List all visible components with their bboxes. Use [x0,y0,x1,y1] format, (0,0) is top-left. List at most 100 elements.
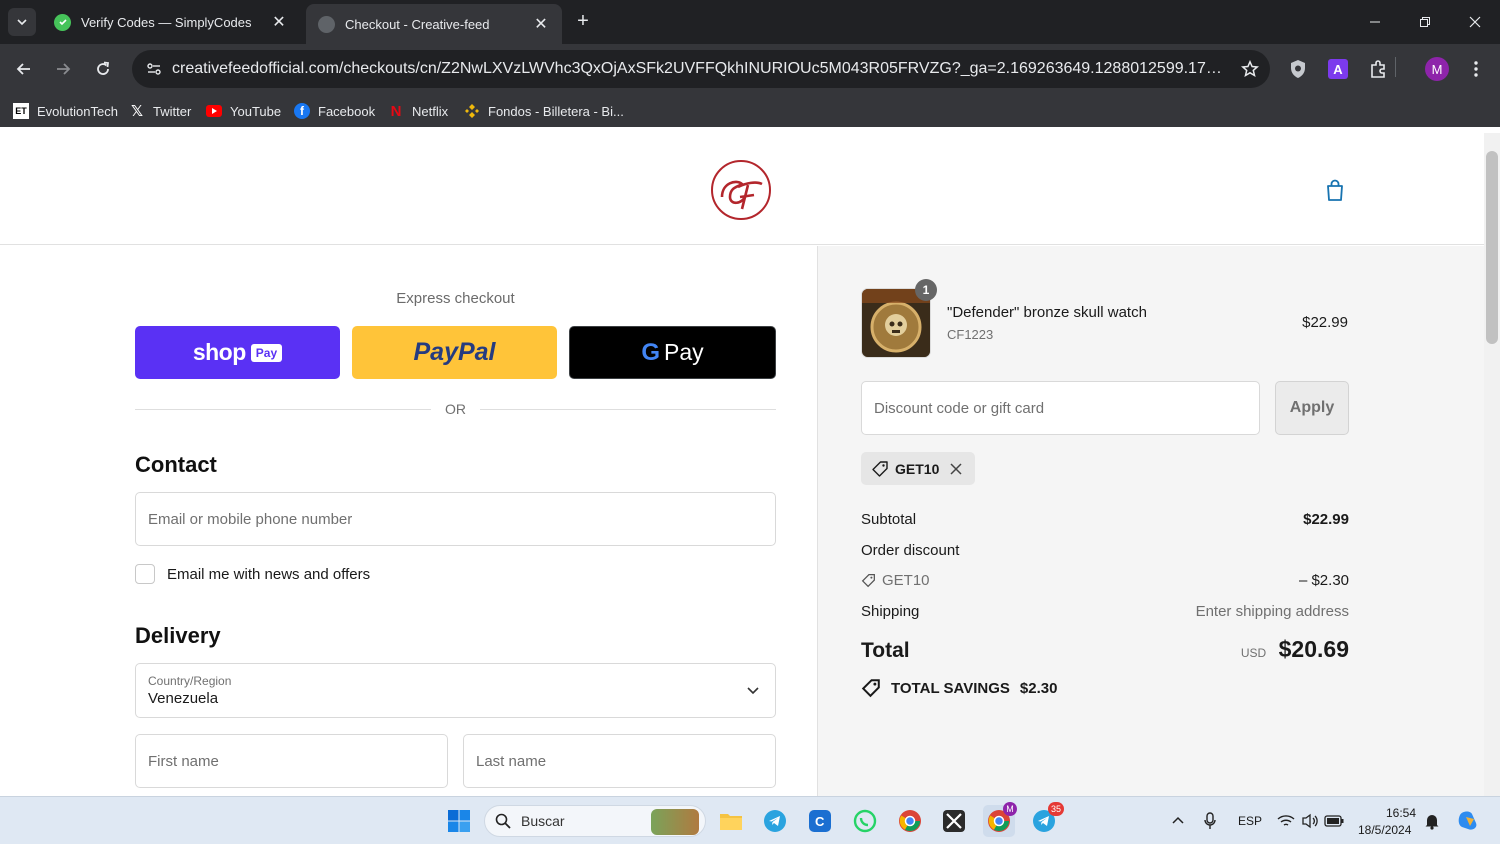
restore-button[interactable] [1400,0,1450,44]
bookmark-label: Netflix [412,103,449,119]
country-value: Venezuela [148,690,219,707]
tab-verify-codes[interactable]: Verify Codes — SimplyCodes ✕ [42,4,300,40]
copilot-icon[interactable] [1452,805,1484,837]
google-g-icon: G [641,338,661,366]
browser-tab-bar: Verify Codes — SimplyCodes ✕ Checkout - … [0,0,1500,44]
or-divider: OR [135,399,776,419]
newsletter-checkbox-row[interactable]: Email me with news and offers [135,564,370,584]
forward-button[interactable] [49,55,77,83]
windows-start-icon[interactable] [443,805,475,837]
first-name-placeholder: First name [148,752,219,770]
scrollbar-thumb[interactable] [1486,151,1498,344]
file-explorer-icon[interactable] [715,805,747,837]
address-bar[interactable]: creativefeedofficial.com/checkouts/cn/Z2… [132,50,1270,88]
last-name-placeholder: Last name [476,752,547,770]
tab-title: Verify Codes — SimplyCodes [81,14,252,30]
tab-checkout[interactable]: Checkout - Creative-feed ✕ [306,4,562,44]
paypal-button[interactable]: PayPal [352,326,557,379]
profile-avatar[interactable]: M [1425,57,1449,81]
or-text: OR [445,401,466,417]
taskbar-search[interactable]: Buscar [484,805,706,837]
tray-chevron-up-icon[interactable] [1162,805,1194,837]
apply-button[interactable]: Apply [1275,381,1349,435]
quantity-badge: 1 [915,279,937,301]
extensions-puzzle-icon[interactable] [1366,57,1390,81]
bookmark-netflix[interactable]: N Netflix [388,100,449,122]
shipping-row: Shipping Enter shipping address [861,603,1349,620]
bookmark-binance[interactable]: Fondos - Billetera - Bi... [464,100,624,122]
chrome-profile-icon[interactable] [894,805,926,837]
google-pay-button[interactable]: G Pay [569,326,776,379]
page-scrollbar[interactable] [1484,133,1500,796]
battery-icon[interactable] [1318,805,1350,837]
minimize-button[interactable] [1350,0,1400,44]
bookmark-facebook[interactable]: f Facebook [294,100,375,122]
telegram-pinned-icon[interactable]: 35 [1028,802,1064,837]
search-highlight-icon [651,809,699,835]
translator-extension-icon[interactable]: A [1326,57,1350,81]
browser-menu-icon[interactable] [1464,57,1488,81]
email-field[interactable]: Email or mobile phone number [135,492,776,546]
arrow-left-icon [16,63,30,75]
bookmark-label: YouTube [230,103,282,119]
x-icon: 𝕏 [130,103,144,120]
savings-label: TOTAL SAVINGS [891,679,1010,697]
discount-placeholder: Discount code or gift card [874,399,1045,417]
discount-value: – $2.30 [1298,572,1349,589]
site-info-icon[interactable] [136,51,172,87]
tab-title: Checkout - Creative-feed [345,16,490,32]
bookmark-label: Facebook [318,103,376,119]
canva-app-icon[interactable]: C [804,805,836,837]
back-button[interactable] [10,55,38,83]
capcut-icon[interactable] [938,805,970,837]
microphone-icon[interactable] [1194,805,1226,837]
product-name: "Defender" bronze skull watch [947,304,1147,321]
clock-date[interactable]: 18/5/2024 [1358,823,1411,837]
arrow-right-icon [57,63,71,75]
express-checkout-title: Express checkout [396,290,515,307]
new-tab-button[interactable]: + [572,10,594,32]
total-row: Total USD $20.69 [861,636,1349,663]
close-icon[interactable]: ✕ [270,13,288,31]
telegram-icon[interactable] [759,805,791,837]
shield-extension-icon[interactable] [1286,57,1310,81]
whatsapp-icon[interactable] [849,805,881,837]
reload-icon [97,61,110,75]
discount-code-input[interactable]: Discount code or gift card [861,381,1260,435]
shopping-bag-icon[interactable] [1322,177,1348,203]
last-name-field[interactable]: Last name [463,734,776,788]
windows-taskbar: Buscar C M 35 ESP 16:54 18/5/2024 [0,796,1500,844]
country-label: Country/Region [148,674,232,688]
notifications-bell-icon[interactable] [1416,805,1448,837]
newsletter-label: Email me with news and offers [167,565,371,583]
first-name-field[interactable]: First name [135,734,448,788]
tab-search-button[interactable] [8,8,36,36]
country-select[interactable]: Country/Region Venezuela [135,663,776,718]
bookmark-star-icon[interactable] [1230,60,1270,78]
close-icon[interactable]: ✕ [532,15,550,33]
language-indicator[interactable]: ESP [1238,814,1262,828]
search-label: Buscar [521,813,565,829]
clock-time[interactable]: 16:54 [1386,806,1416,820]
creative-feed-logo[interactable] [708,157,774,223]
shop-pay-button[interactable]: shop Pay [135,326,340,379]
chrome-active-icon[interactable]: M [983,802,1017,837]
chrome-badge: M [1003,802,1017,816]
reload-button[interactable] [89,55,117,83]
chevron-down-icon [747,687,759,695]
product-thumbnail: 1 [861,279,937,358]
remove-code-icon[interactable] [949,462,963,476]
paypal-logo: PayPal [413,338,496,366]
bookmark-youtube[interactable]: YouTube [206,100,281,122]
shipping-label: Shipping [861,603,920,620]
contact-heading: Contact [135,452,217,477]
bookmark-twitter[interactable]: 𝕏 Twitter [129,100,191,122]
bookmark-evolutiontech[interactable]: ET EvolutionTech [13,100,118,122]
window-close-button[interactable] [1450,0,1500,44]
total-savings: TOTAL SAVINGS $2.30 [861,678,1057,698]
email-placeholder: Email or mobile phone number [148,510,353,528]
product-sku: CF1223 [947,327,994,342]
gpay-label: Pay [664,339,704,365]
newsletter-checkbox[interactable] [135,564,155,584]
total-amount: $20.69 [1278,636,1349,662]
